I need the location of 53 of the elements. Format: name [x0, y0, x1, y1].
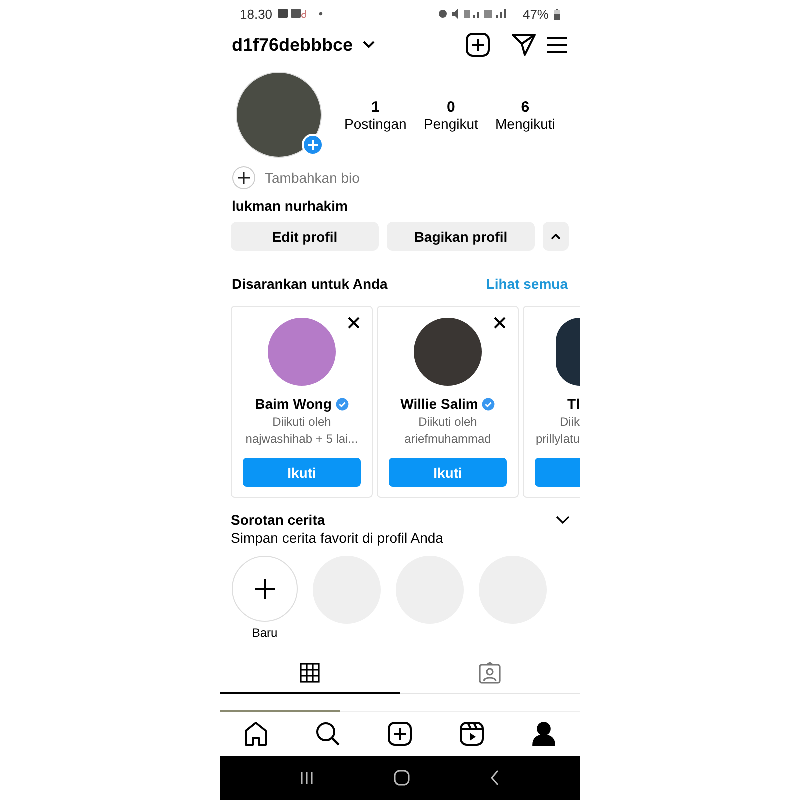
section-subtitle: Simpan cerita favorit di profil Anda	[230, 529, 444, 546]
profile-action-button[interactable]: Edit profil	[231, 222, 379, 251]
chevron-up-icon[interactable]	[551, 234, 561, 240]
followed-by-text: ariefmuhammad	[404, 432, 492, 446]
followed-by-text: prillylatu	[536, 432, 580, 446]
menu-icon[interactable]	[546, 36, 568, 54]
followed-by-text: Diik	[560, 415, 580, 429]
add-bio-link[interactable]: Tambahkan bio	[265, 170, 360, 186]
suggestion-card[interactable]: Tl Diik prillylatu	[523, 306, 580, 498]
close-icon[interactable]	[348, 317, 360, 329]
stat-count[interactable]: 6	[521, 98, 530, 116]
collapse-button[interactable]	[543, 222, 569, 251]
recent-apps-icon[interactable]	[300, 771, 314, 785]
plus-icon[interactable]	[254, 578, 276, 600]
notification-icons	[278, 8, 324, 20]
section-title: Sorotan cerita	[231, 512, 326, 528]
add-post-icon[interactable]	[466, 33, 490, 57]
full-name: lukman nurhakim	[231, 197, 349, 214]
home-icon[interactable]	[243, 721, 269, 747]
followed-by-text: Diikuti oleh	[272, 415, 332, 429]
suggested-user-name[interactable]: Tl	[568, 396, 580, 412]
stat-count[interactable]: 1	[372, 98, 380, 116]
chevron-down-icon[interactable]	[556, 516, 570, 524]
stat-count[interactable]: 0	[446, 98, 456, 116]
video-reel-icon[interactable]	[459, 721, 485, 747]
suggestion-card[interactable]: Baim Wong Diikuti oleh najwashihab + 5 lai... Ikuti	[231, 306, 373, 498]
battery-icon	[554, 8, 560, 20]
search-icon[interactable]	[315, 721, 341, 747]
section-title: Disarankan untuk Anda	[232, 276, 388, 292]
close-icon[interactable]	[494, 317, 506, 329]
add-post-icon[interactable]	[387, 721, 413, 747]
stat-label[interactable]: Pengikut	[424, 116, 478, 132]
profile-action-button[interactable]: Bagikan profil	[387, 222, 535, 251]
battery-percent: 47%	[522, 6, 549, 22]
avatar-photo-placeholder[interactable]	[556, 318, 580, 386]
followed-by-text: najwashihab + 5 lai...	[246, 432, 358, 446]
chevron-down-icon[interactable]	[363, 41, 376, 49]
grid-icon[interactable]	[300, 663, 320, 683]
clock-time: 18.30	[240, 6, 273, 22]
back-icon[interactable]	[490, 770, 500, 786]
suggestion-card[interactable]: Willie Salim Diikuti oleh ariefmuhammad Ikuti	[377, 306, 519, 498]
stat-label[interactable]: Postingan	[344, 116, 407, 132]
username-switcher[interactable]: d1f76debbbce	[232, 34, 354, 56]
suggested-user-name[interactable]: Willie Salim	[400, 396, 478, 412]
new-highlight-label: Baru	[252, 626, 278, 640]
paper-plane-icon[interactable]	[512, 34, 536, 56]
suggested-user-name[interactable]: Baim Wong	[255, 396, 332, 412]
add-circle-icon[interactable]	[232, 166, 256, 190]
followed-by-text: Diikuti oleh	[418, 415, 478, 429]
person-tag-icon[interactable]	[479, 662, 501, 684]
profile-icon[interactable]	[531, 721, 557, 747]
add-story-plus-icon[interactable]	[302, 134, 324, 156]
stat-label[interactable]: Mengikuti	[496, 116, 556, 132]
